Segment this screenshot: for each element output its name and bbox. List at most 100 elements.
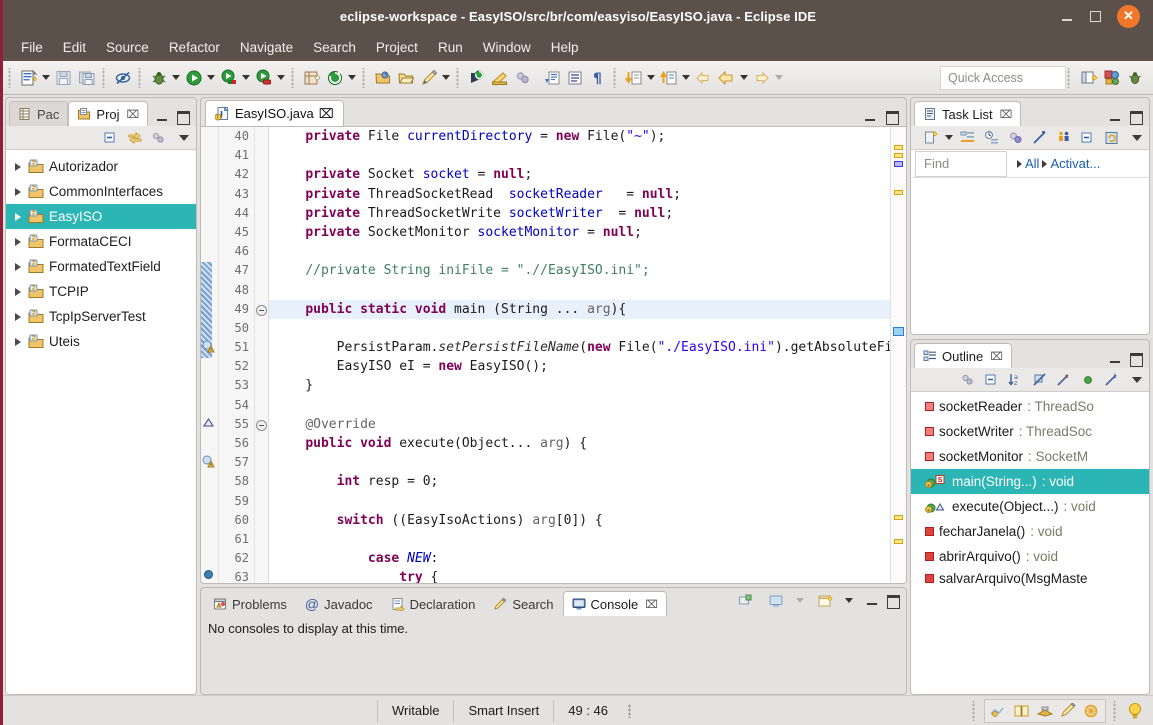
code-line[interactable]: case NEW: — [269, 549, 890, 568]
paragraph-mark-icon[interactable]: ¶ — [586, 66, 609, 89]
categorize-icon[interactable] — [956, 126, 979, 149]
fold-cell[interactable] — [255, 127, 268, 146]
menu-item-refactor[interactable]: Refactor — [159, 37, 230, 58]
toolbar-grip-4[interactable] — [290, 68, 297, 88]
filter-all[interactable]: All — [1025, 156, 1039, 171]
menu-item-help[interactable]: Help — [541, 37, 589, 58]
new-task-dropdown-icon[interactable] — [943, 126, 955, 149]
sort-az-icon[interactable]: a z — [1004, 368, 1027, 391]
coverage-icon[interactable] — [217, 66, 240, 89]
hide-fields-icon[interactable] — [956, 368, 979, 391]
override-marker-icon[interactable] — [202, 416, 215, 429]
display-console-icon[interactable] — [563, 66, 586, 89]
code-line[interactable]: public static void main (String ... arg)… — [269, 300, 890, 319]
back-dropdown-icon[interactable] — [738, 66, 750, 89]
close-icon[interactable]: ⌧ — [990, 350, 1003, 363]
mark-occurrences-icon[interactable] — [111, 66, 134, 89]
fold-cell[interactable] — [255, 568, 268, 583]
fold-cell[interactable] — [255, 185, 268, 204]
code-line[interactable]: @Override — [269, 415, 890, 434]
tab-outline[interactable]: Outline ⌧ — [914, 343, 1012, 368]
display-selected-console-icon[interactable] — [764, 589, 787, 612]
find-input[interactable]: Find — [915, 151, 1007, 177]
minimize-task-list-icon[interactable] — [1109, 111, 1122, 122]
menu-item-source[interactable]: Source — [96, 37, 159, 58]
open-task-icon[interactable] — [394, 66, 417, 89]
search-pencil-icon[interactable] — [417, 66, 440, 89]
new-console-dropdown-icon[interactable] — [843, 589, 855, 612]
fold-cell[interactable] — [255, 415, 268, 434]
code-line[interactable] — [269, 492, 890, 511]
overview-warning-2[interactable] — [894, 153, 903, 158]
outline-item-socketreader[interactable]: socketReader : ThreadSo — [911, 394, 1149, 419]
tab-console[interactable]: Console ⌧ — [563, 591, 667, 616]
code-line[interactable]: private SocketMonitor socketMonitor = nu… — [269, 223, 890, 242]
code-line[interactable] — [269, 453, 890, 472]
new-task-icon[interactable] — [919, 126, 942, 149]
restore-icon[interactable] — [1100, 126, 1123, 149]
schedule-icon[interactable] — [980, 126, 1003, 149]
fold-cell[interactable] — [255, 357, 268, 376]
next-member-dropdown-icon[interactable] — [680, 66, 692, 89]
fold-cell[interactable] — [255, 396, 268, 415]
fold-cell[interactable] — [255, 261, 268, 280]
toolbar-grip-7[interactable] — [612, 68, 619, 88]
tree-item-tcpipservertest[interactable]: TcpIpServerTest — [6, 304, 196, 329]
close-icon[interactable]: ✕ — [1117, 5, 1140, 28]
run-play-icon[interactable] — [182, 66, 205, 89]
chevron-right-icon-2[interactable] — [1042, 160, 1047, 168]
menu-item-navigate[interactable]: Navigate — [230, 37, 303, 58]
tab-easyiso-java[interactable]: J ! EasyISO.java ⌧ — [205, 100, 344, 126]
tab-problems[interactable]: Problems — [204, 591, 296, 616]
hide-static-icon[interactable]: s — [1052, 368, 1075, 391]
fold-cell[interactable] — [255, 472, 268, 491]
last-edit-dropdown-icon[interactable] — [645, 66, 657, 89]
console-dropdown-icon[interactable] — [794, 589, 806, 612]
new-class-dropdown-icon[interactable] — [346, 66, 358, 89]
new-file-dropdown-icon[interactable] — [40, 66, 52, 89]
quick-access-input[interactable]: Quick Access — [940, 66, 1066, 90]
close-icon[interactable]: ⌧ — [127, 108, 140, 121]
outline-item-execute[interactable]: execute(Object...) : void — [911, 494, 1149, 519]
tab-javadoc[interactable]: @ Javadoc — [296, 591, 382, 616]
outline-item-main[interactable]: S main(String...) : void — [911, 469, 1149, 494]
toolbar-grip-6[interactable] — [455, 68, 462, 88]
minimize-button[interactable] — [1059, 9, 1074, 24]
open-type-icon[interactable] — [371, 66, 394, 89]
code-line[interactable] — [269, 281, 890, 300]
forward-dropdown-icon[interactable] — [773, 66, 785, 89]
expand-arrow-icon[interactable] — [12, 163, 23, 171]
toolbar-grip[interactable] — [7, 68, 14, 88]
fold-cell[interactable] — [255, 242, 268, 261]
tree-item-autorizador[interactable]: Autorizador — [6, 154, 196, 179]
expand-arrow-icon[interactable] — [12, 338, 23, 346]
code-line[interactable] — [269, 530, 890, 549]
task-view-menu-icon[interactable] — [1129, 130, 1145, 146]
fold-cell[interactable] — [255, 376, 268, 395]
fold-cell[interactable] — [255, 281, 268, 300]
annotation-icon[interactable] — [488, 66, 511, 89]
tree-item-formataceci[interactable]: FormataCECI — [6, 229, 196, 254]
overview-occurrence[interactable] — [893, 327, 904, 336]
fold-cell[interactable] — [255, 204, 268, 223]
back-arrow-icon[interactable] — [692, 66, 715, 89]
expand-arrow-icon[interactable] — [12, 213, 23, 221]
tab-declaration[interactable]: Declaration — [382, 591, 485, 616]
java-ee-perspective-icon[interactable] — [1035, 701, 1055, 721]
collapse-fold-icon[interactable] — [256, 305, 267, 316]
fold-cell[interactable] — [255, 511, 268, 530]
external-tools-icon[interactable] — [252, 66, 275, 89]
new-java-project-icon[interactable] — [300, 66, 323, 89]
code-area[interactable]: private File currentDirectory = new File… — [269, 127, 890, 583]
warning-marker-icon-2[interactable] — [202, 454, 217, 469]
fold-cell[interactable] — [255, 300, 268, 319]
debug-perspective-icon[interactable] — [1123, 66, 1146, 89]
save-icon[interactable] — [52, 66, 75, 89]
skip-breakpoints-icon[interactable] — [511, 66, 534, 89]
code-line[interactable]: //private String iniFile = ".//EasyISO.i… — [269, 261, 890, 280]
outline-item-salvararquivo[interactable]: salvarArquivo(MsgMaste — [911, 569, 1149, 587]
fold-cell[interactable] — [255, 530, 268, 549]
code-line[interactable]: private Socket socket = null; — [269, 165, 890, 184]
maximize-console-icon[interactable] — [886, 595, 899, 606]
code-line[interactable]: public void execute(Object... arg) { — [269, 434, 890, 453]
